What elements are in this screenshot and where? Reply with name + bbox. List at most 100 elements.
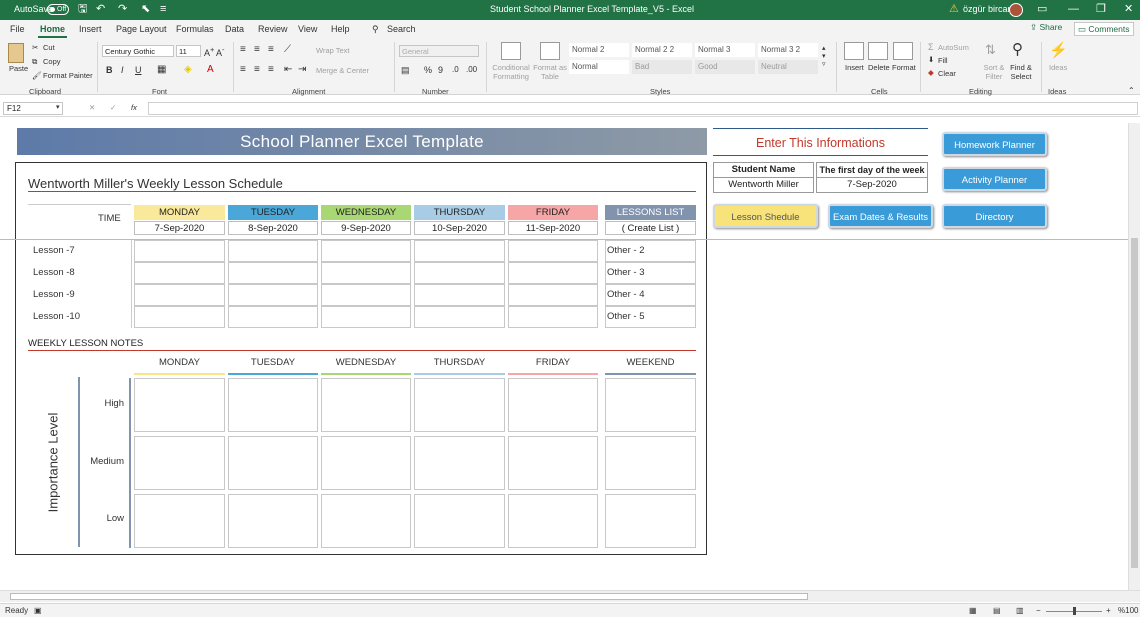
note-cell[interactable] — [508, 494, 598, 548]
formula-input[interactable] — [148, 102, 1138, 115]
schedule-cell[interactable] — [321, 240, 411, 262]
schedule-cell[interactable] — [228, 240, 318, 262]
insert-cells-button[interactable]: Insert — [845, 63, 864, 72]
sort-filter-button[interactable]: Sort & Filter — [981, 63, 1007, 81]
note-cell[interactable] — [508, 378, 598, 432]
normal-view-icon[interactable]: ▦ — [969, 606, 977, 615]
note-cell[interactable] — [321, 494, 411, 548]
horizontal-scroll-thumb[interactable] — [10, 593, 808, 600]
tab-insert[interactable]: Insert — [79, 24, 102, 34]
orientation-icon[interactable]: ⟋ — [284, 44, 291, 55]
tab-formulas[interactable]: Formulas — [176, 24, 214, 34]
lesson-schedule-button[interactable]: Lesson Shedule — [713, 204, 818, 228]
style-good[interactable]: Good — [695, 60, 755, 74]
cut-icon[interactable]: ✂ — [32, 43, 38, 52]
font-color-icon[interactable]: A — [207, 64, 214, 75]
align-center-icon[interactable]: ≡ — [254, 64, 260, 75]
schedule-cell[interactable] — [508, 262, 598, 284]
search-icon[interactable]: ⚲ — [372, 24, 379, 35]
conditional-formatting-button[interactable]: Conditional Formatting — [491, 63, 531, 81]
note-cell[interactable] — [605, 494, 696, 548]
note-cell[interactable] — [508, 436, 598, 490]
styles-scroll-icon[interactable]: ▴ ▾ ▿ — [822, 44, 826, 68]
schedule-cell[interactable] — [134, 240, 225, 262]
schedule-cell[interactable] — [321, 306, 411, 328]
redo-icon[interactable]: ↷ — [118, 3, 127, 16]
tab-view[interactable]: View — [298, 24, 317, 34]
customize-toolbar-icon[interactable]: ≡ — [160, 3, 166, 16]
page-layout-view-icon[interactable]: ▤ — [993, 606, 1001, 615]
vertical-scroll-thumb[interactable] — [1131, 238, 1138, 568]
paste-icon[interactable] — [8, 43, 24, 63]
note-cell[interactable] — [228, 494, 318, 548]
bold-button[interactable]: B — [106, 65, 113, 75]
zoom-level[interactable]: %100 — [1118, 606, 1138, 615]
note-cell[interactable] — [321, 378, 411, 432]
conditional-formatting-icon[interactable] — [501, 42, 521, 60]
increase-indent-icon[interactable]: ⇥ — [298, 64, 306, 75]
fill-color-icon[interactable]: ◈ — [184, 64, 192, 75]
autosum-button[interactable]: AutoSum — [938, 43, 969, 52]
horizontal-scrollbar[interactable] — [0, 590, 1140, 602]
name-box[interactable]: F12 — [3, 102, 63, 115]
maximize-icon[interactable]: ❐ — [1096, 3, 1106, 16]
paste-button[interactable]: Paste — [9, 64, 28, 73]
style-bad[interactable]: Bad — [632, 60, 692, 74]
schedule-cell[interactable] — [228, 306, 318, 328]
insert-cells-icon[interactable] — [844, 42, 864, 60]
delete-cells-button[interactable]: Delete — [868, 63, 890, 72]
ideas-icon[interactable]: ⚡ — [1049, 41, 1068, 59]
schedule-cell[interactable] — [414, 284, 505, 306]
cut-button[interactable]: Cut — [43, 43, 55, 52]
comments-button[interactable]: ▭ Comments — [1074, 22, 1134, 36]
cancel-entry-icon[interactable]: ✕ — [89, 103, 95, 112]
wrap-text-button[interactable]: Wrap Text — [316, 46, 350, 55]
decrease-decimal-icon[interactable]: .00 — [466, 65, 477, 74]
note-cell[interactable] — [134, 378, 225, 432]
schedule-cell[interactable] — [134, 262, 225, 284]
note-cell[interactable] — [134, 436, 225, 490]
style-normal-2-2[interactable]: Normal 2 2 — [632, 43, 692, 57]
tab-review[interactable]: Review — [258, 24, 288, 34]
font-name-select[interactable]: Century Gothic — [102, 45, 174, 57]
grow-font-icon[interactable]: A+ — [204, 45, 214, 58]
format-cells-button[interactable]: Format — [892, 63, 916, 72]
collapse-ribbon-icon[interactable]: ⌃ — [1128, 86, 1135, 95]
schedule-cell[interactable] — [228, 284, 318, 306]
date-friday[interactable]: 11-Sep-2020 — [508, 221, 598, 235]
date-tuesday[interactable]: 8-Sep-2020 — [228, 221, 318, 235]
note-cell[interactable] — [605, 378, 696, 432]
tab-data[interactable]: Data — [225, 24, 244, 34]
schedule-cell[interactable] — [414, 240, 505, 262]
align-middle-icon[interactable]: ≡ — [254, 44, 260, 55]
number-format-select[interactable]: General — [399, 45, 479, 57]
first-day-field[interactable]: 7-Sep-2020 — [816, 177, 928, 193]
fill-icon[interactable]: ⬇ — [928, 55, 934, 64]
create-list-link[interactable]: ( Create List ) — [605, 221, 696, 235]
schedule-cell[interactable] — [414, 306, 505, 328]
note-cell[interactable] — [321, 436, 411, 490]
ideas-button[interactable]: Ideas — [1049, 63, 1067, 72]
note-cell[interactable] — [605, 436, 696, 490]
note-cell[interactable] — [134, 494, 225, 548]
fill-button[interactable]: Fill — [938, 56, 948, 65]
page-break-view-icon[interactable]: ▥ — [1016, 606, 1024, 615]
style-neutral[interactable]: Neutral — [758, 60, 818, 74]
schedule-cell[interactable] — [414, 262, 505, 284]
note-cell[interactable] — [414, 494, 505, 548]
schedule-cell[interactable] — [321, 262, 411, 284]
directory-button[interactable]: Directory — [942, 204, 1047, 228]
date-thursday[interactable]: 10-Sep-2020 — [414, 221, 505, 235]
student-name-field[interactable]: Wentworth Miller — [713, 177, 814, 193]
touch-mode-icon[interactable]: ⬉ — [141, 3, 150, 16]
schedule-cell[interactable] — [134, 284, 225, 306]
name-box-dropdown-icon[interactable]: ▾ — [56, 103, 60, 111]
align-left-icon[interactable]: ≡ — [240, 64, 246, 75]
tab-file[interactable]: File — [10, 24, 25, 34]
style-normal-3-2[interactable]: Normal 3 2 — [758, 43, 818, 57]
activity-planner-button[interactable]: Activity Planner — [942, 167, 1047, 191]
increase-decimal-icon[interactable]: .0 — [452, 65, 459, 74]
note-cell[interactable] — [414, 378, 505, 432]
format-painter-button[interactable]: Format Painter — [43, 71, 93, 80]
format-cells-icon[interactable] — [893, 42, 913, 60]
